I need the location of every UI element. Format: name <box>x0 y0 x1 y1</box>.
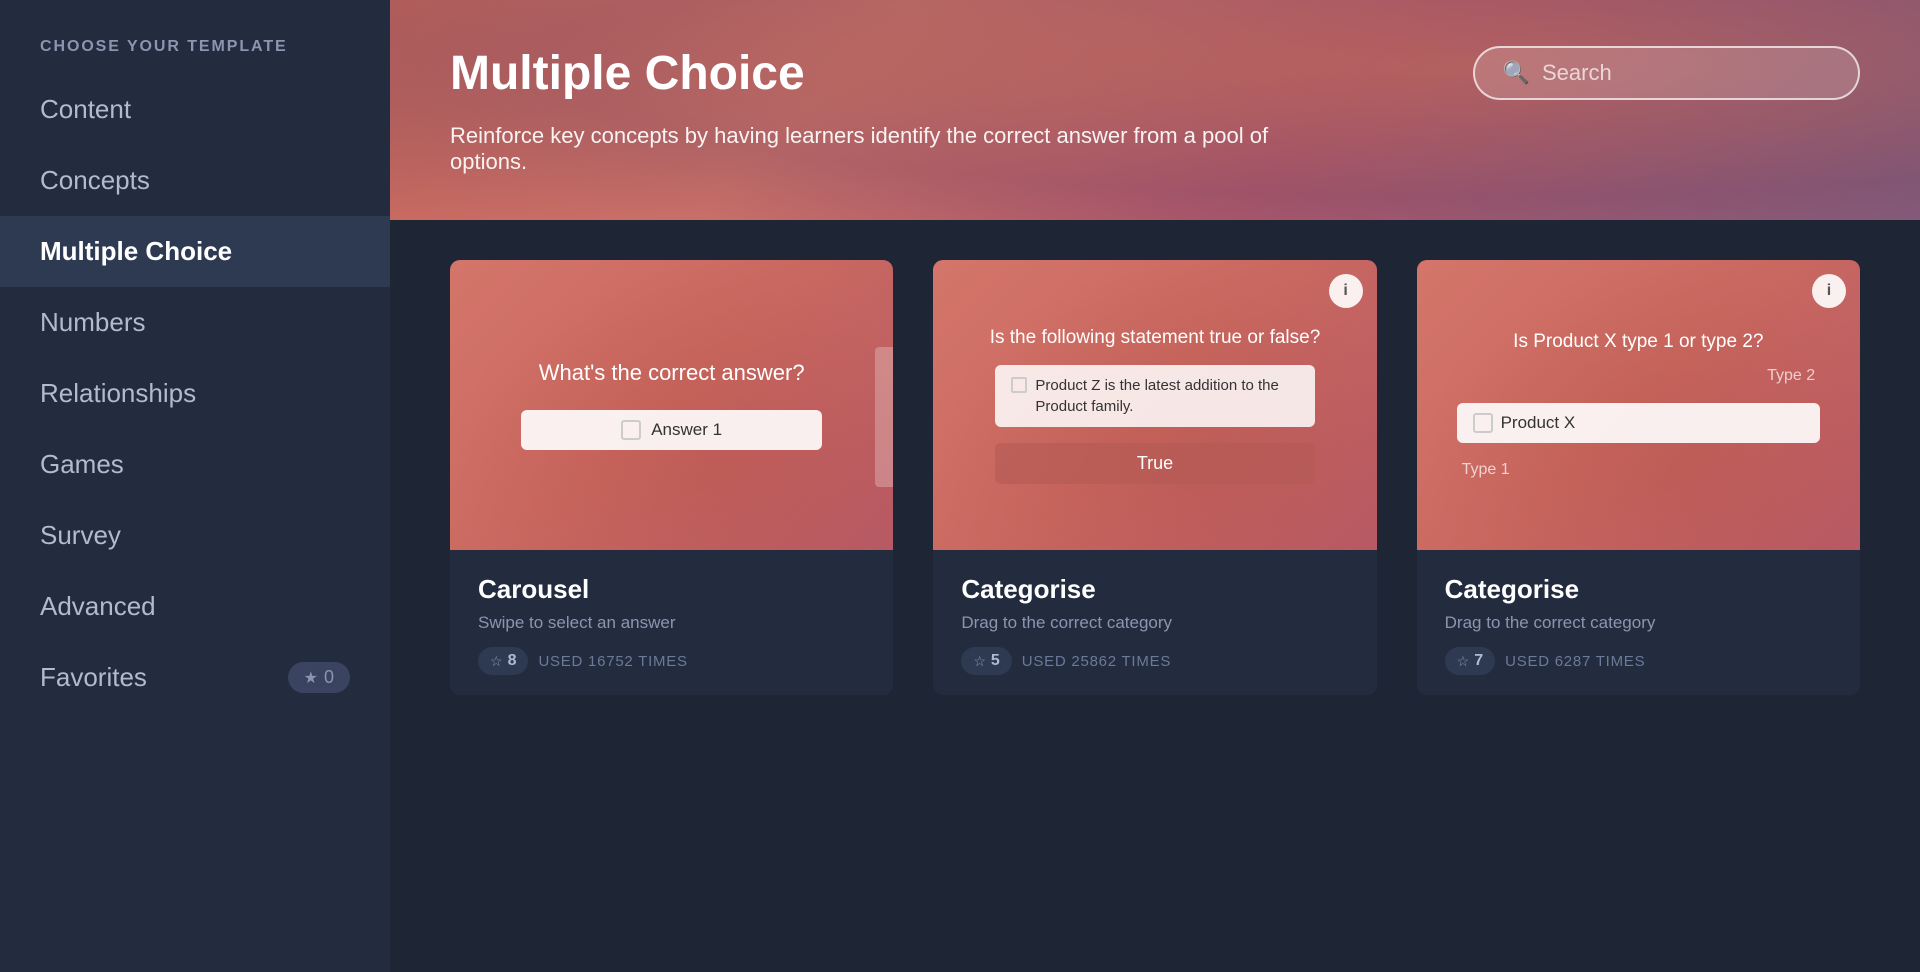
star-icon-sm-3: ☆ <box>1457 653 1470 670</box>
info-button-categorise-2[interactable]: i <box>1812 274 1846 308</box>
star-icon: ★ <box>304 668 318 688</box>
template-card-carousel[interactable]: What's the correct answer? Answer 1 Caro… <box>450 260 893 695</box>
sidebar-item-games[interactable]: Games <box>0 429 390 500</box>
card-meta-carousel: ☆ 8 USED 16752 TIMES <box>478 647 865 675</box>
categorise-true-btn: True <box>995 443 1314 484</box>
template-card-categorise-1[interactable]: i Is the following statement true or fal… <box>933 260 1376 695</box>
search-box[interactable]: 🔍 <box>1473 46 1860 100</box>
search-icon: 🔍 <box>1503 60 1530 86</box>
card-content-carousel: Carousel Swipe to select an answer ☆ 8 U… <box>450 550 893 695</box>
preview-categorise2-content: Is Product X type 1 or type 2? Type 2 Pr… <box>1457 331 1821 479</box>
sidebar-item-survey[interactable]: Survey <box>0 500 390 571</box>
header-top: Multiple Choice 🔍 <box>450 46 1860 115</box>
categorise2-product-box: Product X <box>1457 403 1821 443</box>
star-rating-categorise-1: ☆ 5 <box>961 647 1011 675</box>
sidebar-item-favorites[interactable]: Favorites ★ 0 <box>0 642 390 713</box>
card-preview-categorise-2: i Is Product X type 1 or type 2? Type 2 … <box>1417 260 1860 550</box>
used-count-categorise-1: USED 25862 TIMES <box>1022 653 1171 670</box>
type2-label: Type 2 <box>1767 367 1820 385</box>
answer-checkbox-icon <box>621 420 641 440</box>
preview-categorise-content: Is the following statement true or false… <box>978 327 1333 484</box>
rating-carousel: 8 <box>508 652 517 670</box>
stmt-checkbox-icon <box>1011 377 1027 393</box>
header-description: Reinforce key concepts by having learner… <box>450 123 1350 175</box>
star-rating-carousel: ☆ 8 <box>478 647 528 675</box>
type1-label: Type 1 <box>1457 461 1510 479</box>
content-area: What's the correct answer? Answer 1 Caro… <box>390 220 1920 972</box>
page-title: Multiple Choice <box>450 46 805 101</box>
template-grid: What's the correct answer? Answer 1 Caro… <box>450 260 1860 695</box>
sidebar-item-relationships[interactable]: Relationships <box>0 358 390 429</box>
sidebar-header: CHOOSE YOUR TEMPLATE <box>0 0 390 74</box>
rating-categorise-1: 5 <box>991 652 1000 670</box>
star-rating-categorise-2: ☆ 7 <box>1445 647 1495 675</box>
used-count-categorise-2: USED 6287 TIMES <box>1505 653 1645 670</box>
sidebar-item-numbers[interactable]: Numbers <box>0 287 390 358</box>
used-count-carousel: USED 16752 TIMES <box>538 653 687 670</box>
card-preview-categorise-1: i Is the following statement true or fal… <box>933 260 1376 550</box>
preview-carousel-content: What's the correct answer? Answer 1 <box>494 360 849 450</box>
card-subtitle-carousel: Swipe to select an answer <box>478 613 865 633</box>
sidebar: CHOOSE YOUR TEMPLATE Content Concepts Mu… <box>0 0 390 972</box>
star-icon-sm-2: ☆ <box>973 653 986 670</box>
categorise-preview-question: Is the following statement true or false… <box>990 327 1321 349</box>
card-content-categorise-2: Categorise Drag to the correct category … <box>1417 550 1860 695</box>
main-content: Multiple Choice 🔍 Reinforce key concepts… <box>390 0 1920 972</box>
categorise2-product-text: Product X <box>1501 413 1576 433</box>
card-title-categorise-1: Categorise <box>961 574 1348 605</box>
rating-categorise-2: 7 <box>1474 652 1483 670</box>
carousel-side-bar <box>875 347 893 487</box>
sidebar-item-content[interactable]: Content <box>0 74 390 145</box>
sidebar-item-advanced[interactable]: Advanced <box>0 571 390 642</box>
categorise-stmt-text: Product Z is the latest addition to the … <box>1035 375 1298 417</box>
product-checkbox-icon <box>1473 413 1493 433</box>
card-meta-categorise-2: ☆ 7 USED 6287 TIMES <box>1445 647 1832 675</box>
card-subtitle-categorise-2: Drag to the correct category <box>1445 613 1832 633</box>
categorise2-preview-question: Is Product X type 1 or type 2? <box>1513 331 1763 353</box>
card-subtitle-categorise-1: Drag to the correct category <box>961 613 1348 633</box>
header-banner: Multiple Choice 🔍 Reinforce key concepts… <box>390 0 1920 220</box>
carousel-preview-question: What's the correct answer? <box>539 360 805 386</box>
card-title-carousel: Carousel <box>478 574 865 605</box>
sidebar-item-multiple-choice[interactable]: Multiple Choice <box>0 216 390 287</box>
favorites-badge: ★ 0 <box>288 662 350 693</box>
carousel-answer-text: Answer 1 <box>651 420 722 440</box>
card-meta-categorise-1: ☆ 5 USED 25862 TIMES <box>961 647 1348 675</box>
header-title-group: Multiple Choice <box>450 46 805 115</box>
card-preview-carousel: What's the correct answer? Answer 1 <box>450 260 893 550</box>
card-content-categorise-1: Categorise Drag to the correct category … <box>933 550 1376 695</box>
card-title-categorise-2: Categorise <box>1445 574 1832 605</box>
template-card-categorise-2[interactable]: i Is Product X type 1 or type 2? Type 2 … <box>1417 260 1860 695</box>
info-button-categorise-1[interactable]: i <box>1329 274 1363 308</box>
search-input[interactable] <box>1542 60 1830 86</box>
star-icon-sm: ☆ <box>490 653 503 670</box>
carousel-answer-box: Answer 1 <box>521 410 822 450</box>
sidebar-item-concepts[interactable]: Concepts <box>0 145 390 216</box>
categorise-stmt-box: Product Z is the latest addition to the … <box>995 365 1314 427</box>
